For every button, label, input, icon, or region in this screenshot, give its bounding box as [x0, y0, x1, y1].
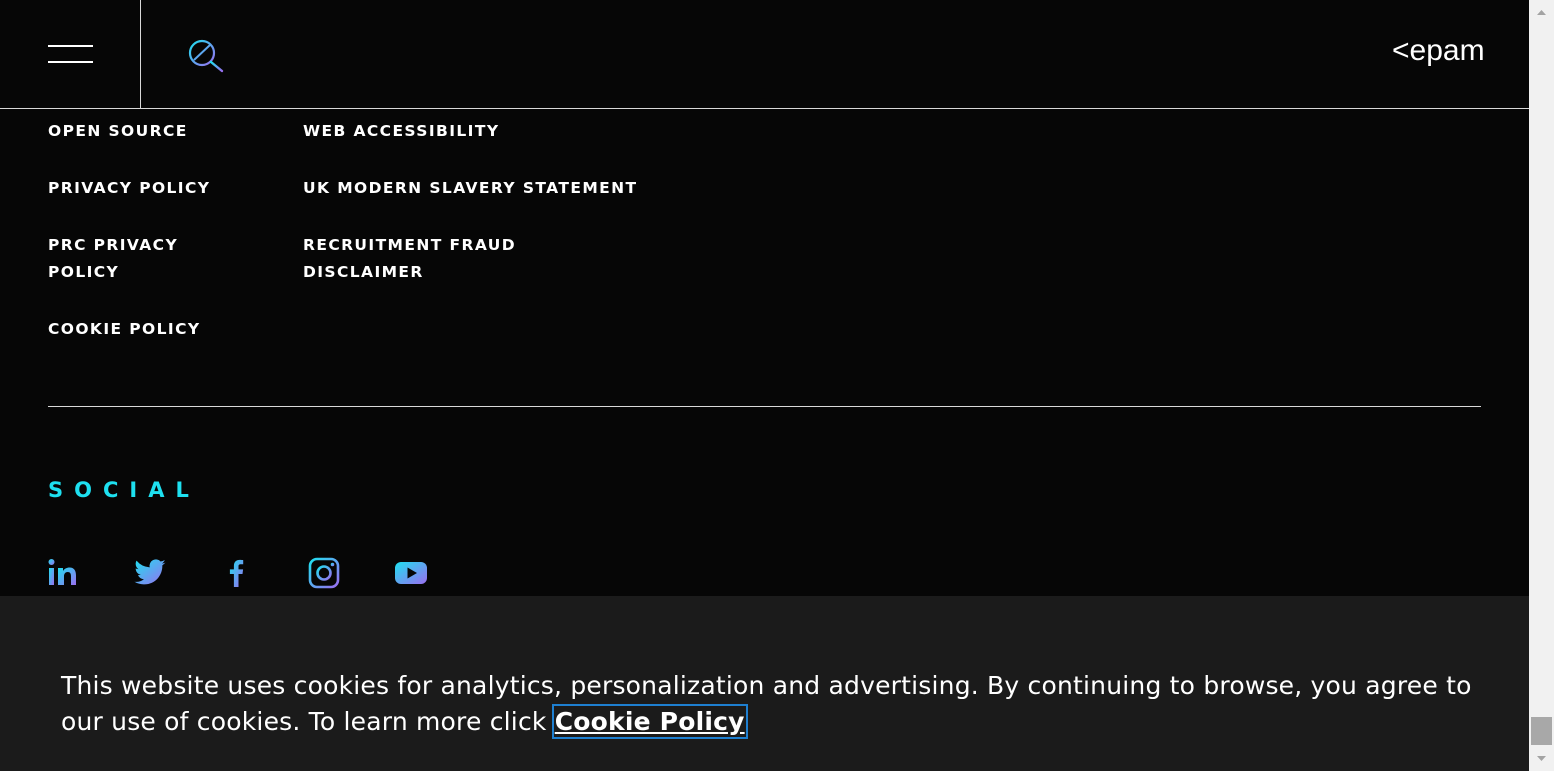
- footer-link-recruitment-fraud-disclaimer[interactable]: DISCLAIMER: [303, 259, 424, 286]
- footer-link-recruitment-fraud[interactable]: RECRUITMENT FRAUD: [303, 232, 516, 259]
- cookie-banner-text: This website uses cookies for analytics,…: [61, 668, 1481, 740]
- footer-link-uk-modern-slavery[interactable]: UK MODERN SLAVERY STATEMENT: [303, 175, 637, 202]
- footer-link-web-accessibility[interactable]: WEB ACCESSIBILITY: [303, 118, 499, 145]
- youtube-link[interactable]: [394, 556, 428, 590]
- footer-link-cookie-policy[interactable]: COOKIE POLICY: [48, 316, 200, 343]
- epam-logo-icon: <epam>: [1392, 34, 1502, 67]
- footer-link-open-source[interactable]: OPEN SOURCE: [48, 118, 188, 145]
- twitter-icon: [134, 559, 166, 585]
- scrollbar-thumb[interactable]: [1531, 717, 1552, 745]
- linkedin-icon: [48, 559, 76, 585]
- svg-text:<epam>: <epam>: [1392, 34, 1484, 67]
- footer-divider: [48, 406, 1481, 407]
- scroll-down-arrow-icon: [1537, 756, 1546, 761]
- epam-logo[interactable]: <epam>: [1392, 33, 1502, 73]
- scroll-up-button[interactable]: [1529, 0, 1554, 25]
- scroll-down-button[interactable]: [1529, 746, 1554, 771]
- vertical-scrollbar[interactable]: [1529, 0, 1554, 771]
- twitter-link[interactable]: [133, 556, 167, 590]
- facebook-link[interactable]: [220, 556, 254, 590]
- linkedin-link[interactable]: [46, 556, 80, 590]
- social-heading: SOCIAL: [48, 478, 200, 502]
- instagram-icon: [308, 557, 340, 589]
- cookie-message: This website uses cookies for analytics,…: [61, 671, 1472, 736]
- instagram-link[interactable]: [307, 556, 341, 590]
- hamburger-menu-button[interactable]: [0, 0, 141, 108]
- youtube-icon: [395, 562, 427, 584]
- search-button[interactable]: [186, 38, 226, 74]
- footer-link-privacy-policy[interactable]: PRIVACY POLICY: [48, 175, 210, 202]
- footer-link-prc-privacy-policy[interactable]: POLICY: [48, 259, 119, 286]
- scroll-up-arrow-icon: [1537, 10, 1546, 15]
- cookie-policy-link[interactable]: Cookie Policy: [551, 704, 748, 739]
- footer-link-prc-privacy[interactable]: PRC PRIVACY: [48, 232, 178, 259]
- cookie-banner: This website uses cookies for analytics,…: [0, 596, 1529, 771]
- facebook-icon: [229, 559, 244, 587]
- search-icon: [188, 39, 224, 73]
- site-header: <epam>: [0, 0, 1529, 109]
